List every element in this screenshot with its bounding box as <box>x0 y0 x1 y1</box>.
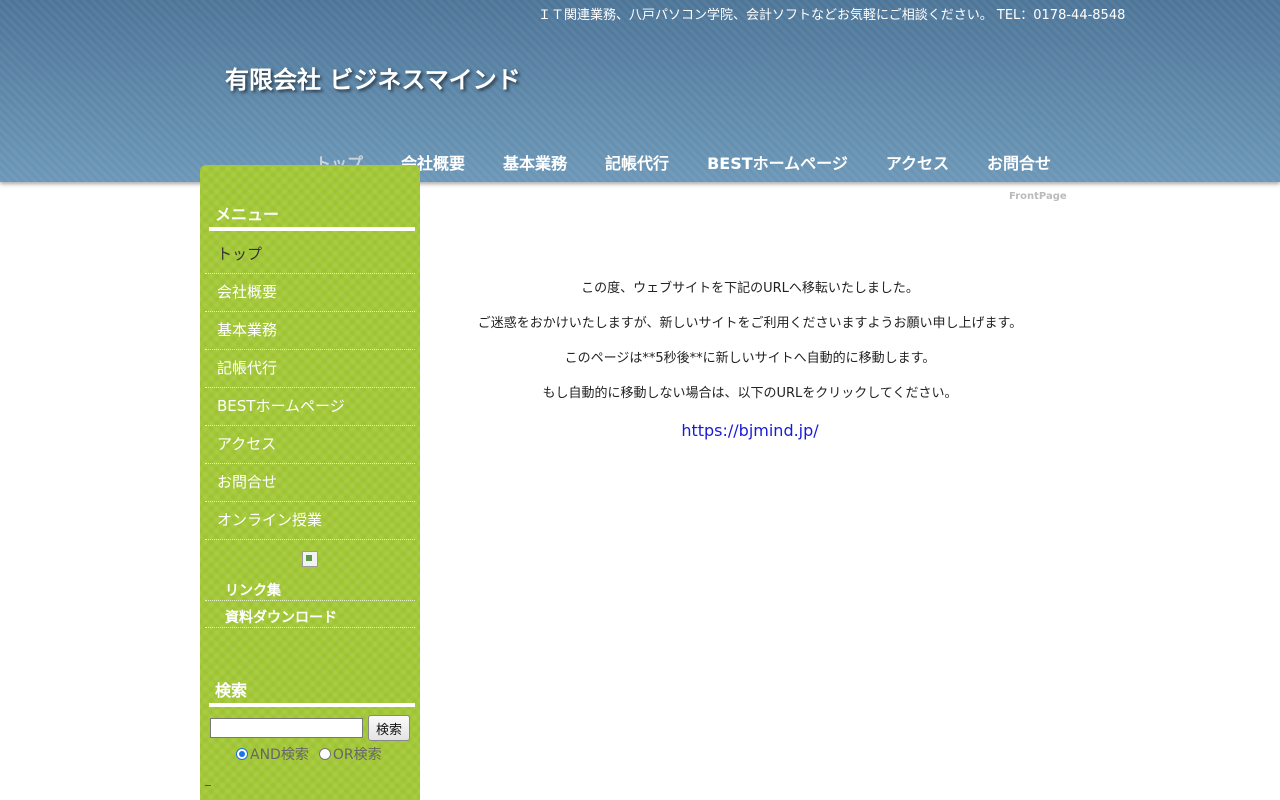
sidebar-divider <box>205 785 211 786</box>
sidebar-sub-menu: リンク集 資料ダウンロード <box>205 574 415 628</box>
search-form: 検索 <box>210 715 415 741</box>
broken-image-icon[interactable] <box>302 551 318 567</box>
search-input[interactable] <box>210 718 363 738</box>
sidebar-item-company[interactable]: 会社概要 <box>205 274 415 312</box>
site-header: ＩＴ関連業務、八戸パソコン学院、会計ソフトなどお気軽にご相談ください。 TEL：… <box>0 0 1280 182</box>
sidebar-item-bookkeeping[interactable]: 記帳代行 <box>205 350 415 388</box>
notice-paragraph: もし自動的に移動しない場合は、以下のURLをクリックしてください。 <box>542 386 958 401</box>
notice-paragraph: ご迷惑をおかけいたしますが、新しいサイトをご利用くださいますようお願い申し上げま… <box>477 316 1023 331</box>
site-title[interactable]: 有限会社 ビジネスマインド <box>225 60 521 95</box>
search-button[interactable]: 検索 <box>368 715 410 741</box>
radio-or[interactable] <box>318 748 331 760</box>
search-options: AND検索 OR検索 <box>236 744 392 764</box>
sidebar-item-online-class[interactable]: オンライン授業 <box>205 502 415 540</box>
nav-item-bookkeeping[interactable]: 記帳代行 <box>586 150 688 174</box>
radio-or-label: OR検索 <box>332 747 382 763</box>
nav-item-access[interactable]: アクセス <box>867 150 968 174</box>
sidebar-item-best-homepage[interactable]: BESTホームページ <box>205 388 415 426</box>
search-option-and[interactable]: AND検索 <box>236 744 309 764</box>
sidebar-item-top[interactable]: トップ <box>205 236 415 274</box>
header-tagline: ＩＴ関連業務、八戸パソコン学院、会計ソフトなどお気軽にご相談ください。 TEL：… <box>538 8 1126 23</box>
sidebar-item-links[interactable]: リンク集 <box>205 574 415 601</box>
nav-item-contact[interactable]: お問合せ <box>968 150 1070 174</box>
sidebar: メニュー トップ 会社概要 基本業務 記帳代行 BESTホームページ アクセス … <box>200 165 420 800</box>
main-content: この度、ウェブサイトを下記のURLへ移転いたしました。 ご迷惑をおかけいたします… <box>440 280 1060 440</box>
notice-paragraph: この度、ウェブサイトを下記のURLへ移転いたしました。 <box>581 281 919 296</box>
search-option-or[interactable]: OR検索 <box>318 744 382 764</box>
sidebar-item-contact[interactable]: お問合せ <box>205 464 415 502</box>
radio-and[interactable] <box>236 748 248 760</box>
radio-and-label: AND検索 <box>250 747 309 763</box>
sidebar-item-downloads[interactable]: 資料ダウンロード <box>205 601 415 628</box>
sidebar-menu: トップ 会社概要 基本業務 記帳代行 BESTホームページ アクセス お問合せ … <box>205 236 415 540</box>
page-name-label: FrontPage <box>1009 191 1067 202</box>
sidebar-item-services[interactable]: 基本業務 <box>205 312 415 350</box>
nav-item-services[interactable]: 基本業務 <box>484 150 586 174</box>
notice-paragraph: このページは**5秒後**に新しいサイトへ自動的に移動します。 <box>564 351 936 366</box>
menu-heading: メニュー <box>209 201 415 231</box>
redirect-link[interactable]: https://bjmind.jp/ <box>681 421 818 440</box>
search-heading: 検索 <box>209 677 415 707</box>
nav-item-best-homepage[interactable]: BESTホームページ <box>688 150 867 174</box>
sidebar-item-access[interactable]: アクセス <box>205 426 415 464</box>
